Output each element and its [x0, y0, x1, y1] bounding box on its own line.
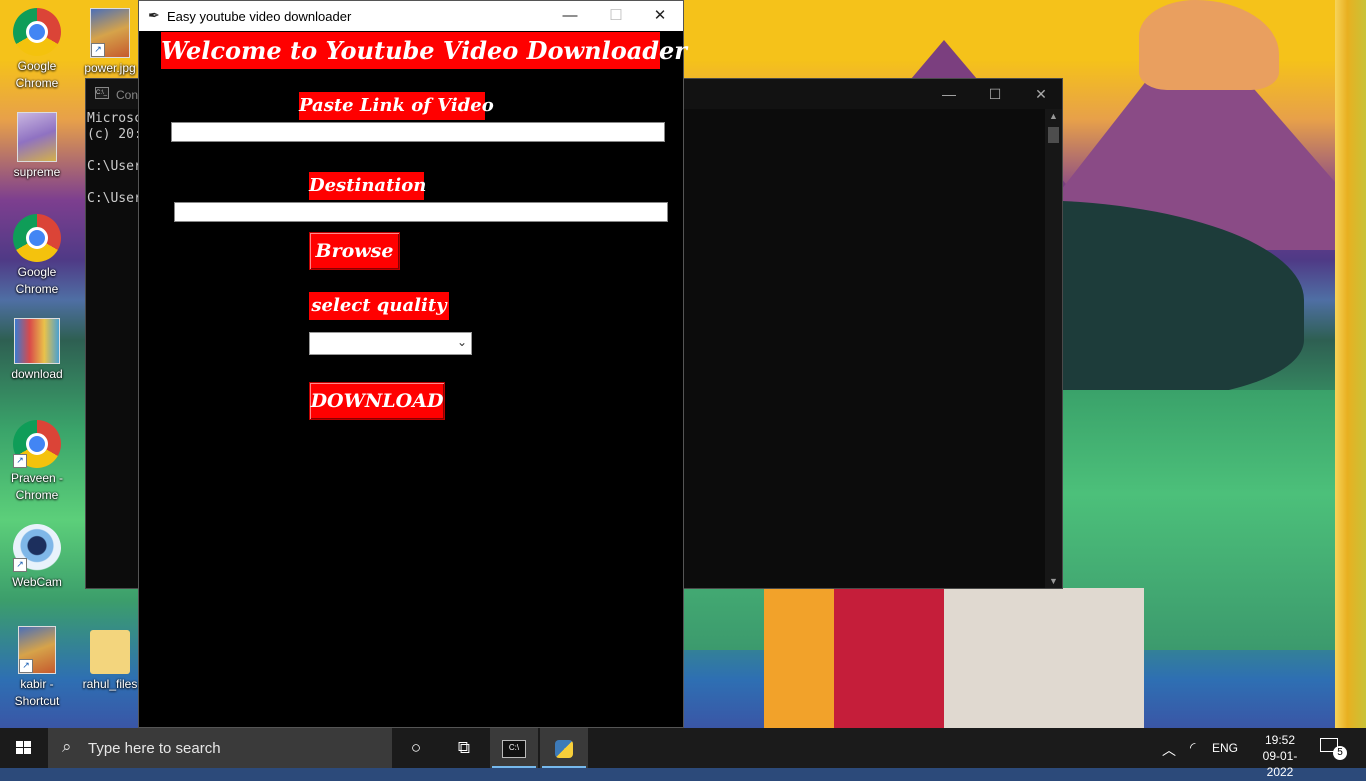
quality-select[interactable]: ⌄: [309, 332, 472, 355]
search-placeholder: Type here to search: [88, 740, 221, 757]
scrollbar-thumb[interactable]: [1048, 127, 1059, 143]
app-minimize-button[interactable]: —: [547, 1, 593, 31]
link-label: Paste Link of Video: [299, 92, 494, 120]
language-indicator[interactable]: ENG: [1212, 741, 1238, 781]
desktop-icon-label: power.jpg: [84, 61, 136, 75]
python-icon: [555, 739, 573, 758]
desktop-icon-supreme[interactable]: supreme: [1, 112, 73, 181]
taskbar: ⌕ Type here to search ○ ⧉ C:\ ︿ ◜ ENG 19…: [0, 728, 1366, 779]
taskbar-app-console[interactable]: C:\: [490, 728, 538, 768]
download-button[interactable]: DOWNLOAD: [309, 382, 445, 420]
desktop-icon-label: rahul_files: [82, 677, 138, 691]
video-link-input[interactable]: [171, 122, 665, 142]
desktop-icon-chrome[interactable]: Google Chrome: [1, 8, 73, 92]
console-minimize-button[interactable]: —: [926, 79, 972, 109]
desktop-icon-label: download: [11, 367, 63, 381]
chrome-icon: [13, 8, 61, 56]
quality-label: select quality: [309, 292, 449, 320]
wallpaper-frame: [1335, 0, 1366, 728]
desktop-icon-label: kabir - Shortcut: [14, 677, 60, 708]
taskbar-search-box[interactable]: ⌕ Type here to search: [48, 728, 392, 768]
clock[interactable]: 19:52 09-01-2022: [1250, 732, 1310, 780]
desktop-icon-kabir[interactable]: ↗ kabir - Shortcut: [1, 626, 73, 710]
desktop-icon-label: Google Chrome: [15, 265, 59, 296]
scroll-down-icon[interactable]: ▼: [1049, 576, 1058, 586]
app-titlebar[interactable]: ✒ Easy youtube video downloader — ☐ ✕: [139, 1, 683, 31]
clock-time: 19:52: [1264, 733, 1296, 747]
circle-icon: ○: [410, 738, 422, 757]
task-view-button[interactable]: ⧉: [440, 728, 488, 768]
chrome-icon: ↗: [13, 420, 61, 468]
app-window[interactable]: ✒ Easy youtube video downloader — ☐ ✕ We…: [138, 0, 687, 728]
task-view-icon: ⧉: [457, 738, 471, 757]
desktop-icon-power[interactable]: ↗ power.jpg: [75, 8, 145, 77]
image-file-icon: [14, 318, 60, 364]
console-app-icon: C:\: [502, 739, 526, 758]
desktop-icon-label: Google Chrome: [15, 59, 59, 90]
app-close-button[interactable]: ✕: [637, 1, 683, 31]
destination-label: Destination: [309, 172, 426, 200]
desktop-icon-rahul-files[interactable]: rahul_files: [75, 626, 145, 693]
app-title: Easy youtube video downloader: [167, 9, 352, 24]
console-title: Con: [116, 88, 139, 102]
browse-button[interactable]: Browse: [309, 232, 400, 270]
webcam-icon: ↗: [13, 524, 61, 572]
console-scrollbar[interactable]: ▲ ▼: [1045, 109, 1062, 588]
desktop-icon-label: Praveen - Chrome: [10, 471, 64, 502]
cortana-button[interactable]: ○: [392, 728, 440, 768]
clock-date: 09-01-2022: [1262, 749, 1298, 779]
image-file-icon: [17, 112, 57, 162]
feather-icon: ✒: [148, 7, 160, 23]
desktop-icon-label: WebCam: [12, 575, 62, 589]
chevron-up-icon[interactable]: ︿: [1162, 740, 1176, 780]
image-file-icon: ↗: [18, 626, 56, 674]
image-file-icon: ↗: [90, 8, 130, 58]
windows-logo-icon: [16, 741, 32, 755]
console-icon: C:\_: [95, 87, 109, 99]
desktop-icon-chrome-2[interactable]: Google Chrome: [1, 214, 73, 298]
chevron-down-icon[interactable]: ⌄: [457, 335, 467, 349]
desktop-icon-praveen-chrome[interactable]: ↗ Praveen - Chrome: [1, 420, 73, 504]
chrome-icon: [13, 214, 61, 262]
app-maximize-button[interactable]: ☐: [593, 1, 639, 31]
taskbar-app-python[interactable]: [540, 728, 588, 768]
search-icon: ⌕: [62, 737, 72, 756]
scroll-up-icon[interactable]: ▲: [1049, 111, 1058, 121]
page-title: Welcome to Youtube Video Downloader: [161, 32, 687, 69]
desktop-icon-webcam[interactable]: ↗ WebCam: [1, 524, 73, 591]
destination-input[interactable]: [174, 202, 668, 222]
wifi-icon[interactable]: ◜: [1190, 739, 1195, 779]
start-button[interactable]: [0, 728, 48, 768]
desktop-icon-download[interactable]: download: [1, 318, 73, 383]
console-close-button[interactable]: ✕: [1018, 79, 1064, 109]
console-maximize-button[interactable]: ☐: [972, 79, 1018, 109]
notification-count-badge: 5: [1333, 746, 1347, 760]
folder-icon: [90, 630, 130, 674]
desktop-icon-label: supreme: [13, 165, 61, 179]
